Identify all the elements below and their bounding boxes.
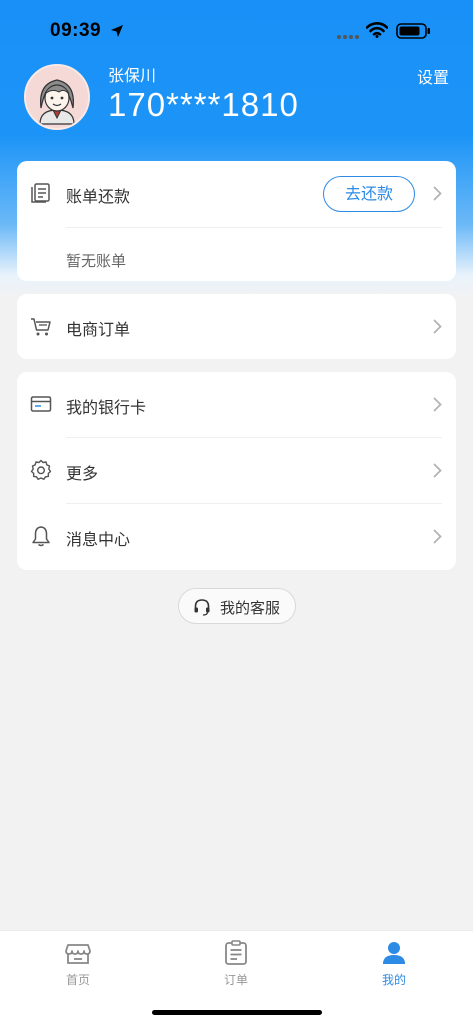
clipboard-icon	[225, 940, 247, 965]
headset-icon	[194, 599, 210, 616]
bill-repay-row[interactable]: 账单还款 去还款	[17, 161, 456, 227]
signal-dots-icon	[337, 35, 359, 39]
avatar-illustration	[26, 66, 88, 128]
person-icon	[383, 942, 405, 964]
chevron-right-icon	[433, 186, 442, 201]
chevron-right-icon	[433, 319, 442, 334]
bank-card-icon	[30, 396, 52, 412]
location-arrow-icon	[111, 25, 123, 37]
ecommerce-orders-row[interactable]: 电商订单	[17, 294, 456, 359]
menu-item-label: 更多	[66, 464, 99, 483]
wifi-icon	[366, 22, 388, 38]
menu-item-more[interactable]: 更多	[17, 438, 456, 504]
ecommerce-card: 电商订单	[17, 294, 456, 359]
customer-service-label: 我的客服	[220, 599, 281, 617]
status-time: 09:39	[50, 20, 102, 41]
chevron-right-icon	[433, 397, 442, 412]
menu-card: 我的银行卡 更多 消息中心	[17, 372, 456, 570]
settings-link[interactable]: 设置	[417, 64, 449, 88]
menu-item-bank-card[interactable]: 我的银行卡	[17, 372, 456, 438]
tab-home[interactable]: 首页	[38, 939, 118, 988]
gear-icon	[30, 459, 52, 480]
customer-service-button[interactable]: 我的客服	[178, 588, 296, 624]
bell-icon	[32, 526, 50, 547]
tab-label: 我的	[381, 973, 406, 987]
status-bar: 09:39	[0, 0, 473, 58]
bill-card: 账单还款 去还款 暂无账单	[17, 161, 456, 281]
menu-item-messages[interactable]: 消息中心	[17, 504, 456, 570]
repay-button[interactable]: 去还款	[323, 176, 415, 212]
tab-mine[interactable]: 我的	[354, 939, 434, 988]
cart-icon	[31, 318, 51, 336]
user-name: 张保川	[108, 66, 157, 85]
empty-bill-text: 暂无账单	[66, 252, 127, 270]
bill-icon	[31, 183, 50, 203]
home-indicator	[152, 1010, 322, 1015]
tab-orders[interactable]: 订单	[196, 939, 276, 988]
chevron-right-icon	[433, 529, 442, 544]
bill-repay-label: 账单还款	[66, 187, 131, 206]
menu-item-label: 消息中心	[66, 530, 131, 549]
tab-label: 订单	[223, 973, 248, 987]
user-phone: 170****1810	[108, 86, 299, 123]
battery-icon	[396, 23, 430, 39]
divider	[66, 227, 442, 228]
menu-item-label: 我的银行卡	[66, 398, 147, 417]
chevron-right-icon	[433, 463, 442, 478]
avatar[interactable]	[24, 64, 90, 130]
store-icon	[65, 944, 91, 964]
tab-label: 首页	[65, 973, 90, 987]
ecommerce-orders-label: 电商订单	[66, 320, 131, 339]
